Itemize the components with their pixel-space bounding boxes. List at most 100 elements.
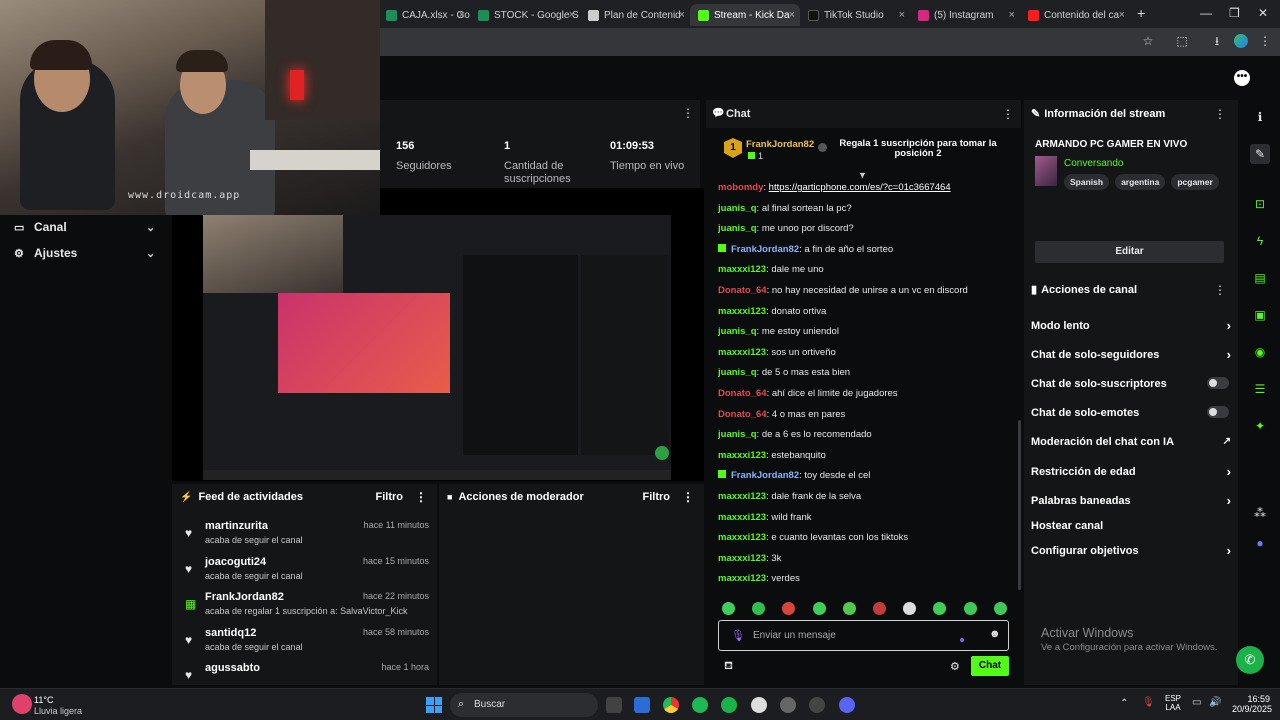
more-vert-icon[interactable]: ⋮	[1002, 107, 1014, 121]
chat-icon[interactable]: ▣	[1250, 305, 1270, 325]
chat-username[interactable]: maxxxi123	[718, 573, 766, 584]
mod-filter-button[interactable]: Filtro	[643, 491, 671, 503]
app-icon[interactable]	[634, 697, 650, 713]
chat-username[interactable]: maxxxi123	[718, 532, 766, 543]
browser-tab-stock[interactable]: STOCK - Google S ×	[470, 4, 580, 26]
toggle-switch[interactable]	[1207, 377, 1229, 389]
grid-icon[interactable]: ⁂	[1250, 503, 1270, 523]
windows-start-icon[interactable]	[426, 697, 442, 713]
category-name[interactable]: Conversando	[1064, 158, 1123, 169]
taskbar-search[interactable]: ⌕ Buscar	[450, 693, 598, 717]
action-solo-emotes[interactable]: Chat de solo-emotes	[1031, 406, 1231, 419]
chat-username[interactable]: maxxxi123	[718, 450, 766, 461]
action-hostear-canal[interactable]: Hostear canal	[1031, 520, 1231, 532]
chat-input[interactable]: 🎙 Enviar un mensaje ☻	[718, 620, 1009, 651]
spotify-icon[interactable]	[692, 697, 708, 713]
sidebar-item-ajustes[interactable]: ⚙ Ajustes ⌄	[14, 246, 155, 260]
chat-username[interactable]: FrankJordan82	[731, 470, 799, 481]
chat-username[interactable]: Donato_64	[718, 285, 767, 296]
action-modo-lento[interactable]: Modo lento ›	[1031, 318, 1231, 333]
whatsapp-icon[interactable]	[721, 697, 737, 713]
action-configurar-objetivos[interactable]: Configurar objetivos ›	[1031, 543, 1231, 558]
activity-filter-button[interactable]: Filtro	[376, 491, 404, 503]
action-restriccion-edad[interactable]: Restricción de edad ›	[1031, 464, 1231, 479]
action-solo-seguidores[interactable]: Chat de solo-seguidores ›	[1031, 347, 1231, 362]
chat-username[interactable]: maxxxi123	[718, 347, 766, 358]
edit-button[interactable]: Editar	[1035, 241, 1224, 263]
more-vert-icon[interactable]: ⋮	[682, 490, 694, 504]
chat-username[interactable]: Donato_64	[718, 409, 767, 420]
info-icon[interactable]	[818, 143, 827, 152]
more-vert-icon[interactable]: ⋮	[1214, 283, 1226, 297]
toggle-switch[interactable]	[1207, 406, 1229, 418]
emote-icon[interactable]	[933, 602, 947, 615]
monitor-icon[interactable]: ▭	[1192, 697, 1201, 708]
close-window-icon[interactable]: ✕	[1258, 6, 1268, 20]
tab-close-icon[interactable]: ×	[1009, 9, 1015, 21]
bolt-icon[interactable]: ϟ	[1250, 231, 1270, 251]
more-options-icon[interactable]: •••	[1234, 70, 1250, 86]
chat-username[interactable]: juanis_q	[718, 223, 757, 234]
weather-icon[interactable]	[12, 694, 32, 714]
browser-tab-caja[interactable]: CAJA.xlsx - Googl ×	[378, 4, 470, 26]
emote-icon[interactable]	[752, 602, 766, 615]
chevron-up-icon[interactable]: ⌃	[1120, 698, 1128, 709]
chrome-icon[interactable]	[663, 697, 679, 713]
browser-tab-instagram[interactable]: (5) Instagram ×	[910, 4, 1020, 26]
chat-username[interactable]: maxxxi123	[718, 553, 766, 564]
more-vert-icon[interactable]: ⋮	[415, 490, 427, 504]
maximize-icon[interactable]: ❐	[1229, 6, 1240, 20]
store-icon[interactable]: ⛾	[724, 660, 733, 674]
extensions-icon[interactable]: ⬚	[1175, 34, 1189, 48]
mic-icon[interactable]: 🎙	[731, 629, 745, 642]
chat-username[interactable]: maxxxi123	[718, 264, 766, 275]
action-solo-suscriptores[interactable]: Chat de solo-suscriptores	[1031, 377, 1231, 390]
download-icon[interactable]: ⭳	[1210, 34, 1224, 48]
chat-username[interactable]: maxxxi123	[718, 491, 766, 502]
emote-icon[interactable]	[963, 602, 977, 615]
chat-scrollbar[interactable]	[1018, 420, 1021, 590]
action-palabras-baneadas[interactable]: Palabras baneadas ›	[1031, 493, 1231, 508]
browser-tab-youtube[interactable]: Contenido del ca ×	[1020, 4, 1130, 26]
stream-preview[interactable]	[172, 188, 704, 481]
obs-icon[interactable]	[751, 697, 767, 713]
minimize-icon[interactable]: —	[1200, 6, 1212, 20]
action-moderacion-ia[interactable]: Moderación del chat con IA ↗	[1031, 436, 1231, 448]
pencil-icon[interactable]: ✎	[1250, 144, 1270, 164]
emote-icon[interactable]	[873, 602, 886, 615]
chat-send-button[interactable]: Chat	[971, 656, 1009, 676]
chat-link[interactable]: https://garticphone.com/es/?c=01c3667464	[769, 182, 951, 193]
browser-tab-kick[interactable]: Stream - Kick Da ×	[690, 4, 800, 26]
whatsapp-float-icon[interactable]: ✆	[1236, 646, 1264, 674]
discord-icon[interactable]: ●	[1250, 533, 1270, 553]
emote-icon[interactable]	[993, 602, 1007, 615]
chat-username[interactable]: maxxxi123	[718, 306, 766, 317]
mic-icon[interactable]: 🎙	[1142, 697, 1155, 708]
discord-icon[interactable]	[839, 697, 855, 713]
tab-close-icon[interactable]: ×	[899, 9, 905, 21]
tag[interactable]: argentina	[1115, 174, 1166, 190]
chat-username[interactable]: juanis_q	[718, 203, 757, 214]
tab-close-icon[interactable]: ×	[679, 9, 685, 21]
list-icon[interactable]: ☰	[1250, 379, 1270, 399]
browser-tab-plan[interactable]: Plan de Contenid ×	[580, 4, 690, 26]
more-vert-icon[interactable]: ⋮	[1214, 107, 1226, 121]
tab-close-icon[interactable]: ×	[789, 9, 795, 21]
chat-username[interactable]: juanis_q	[718, 429, 757, 440]
volume-icon[interactable]: 🔊	[1209, 697, 1221, 708]
chat-username[interactable]: mobomdy	[718, 182, 763, 193]
app-icon[interactable]	[809, 697, 825, 713]
chat-username[interactable]: juanis_q	[718, 326, 757, 337]
emote-icon[interactable]	[812, 602, 826, 615]
emote-icon[interactable]	[903, 602, 917, 615]
tag[interactable]: Spanish	[1064, 174, 1110, 190]
app-icon[interactable]	[780, 697, 796, 713]
info-icon[interactable]: ℹ	[1250, 107, 1270, 127]
profile-avatar[interactable]	[1234, 34, 1248, 48]
chat-username[interactable]: Donato_64	[718, 388, 767, 399]
sidebar-item-canal[interactable]: ▭ Canal ⌄	[14, 220, 155, 234]
clock[interactable]: 16:59 20/9/2025	[1232, 694, 1272, 714]
tab-close-icon[interactable]: ×	[1119, 9, 1125, 21]
chat-username[interactable]: FrankJordan82	[731, 244, 799, 255]
tag[interactable]: pcgamer	[1171, 174, 1219, 190]
